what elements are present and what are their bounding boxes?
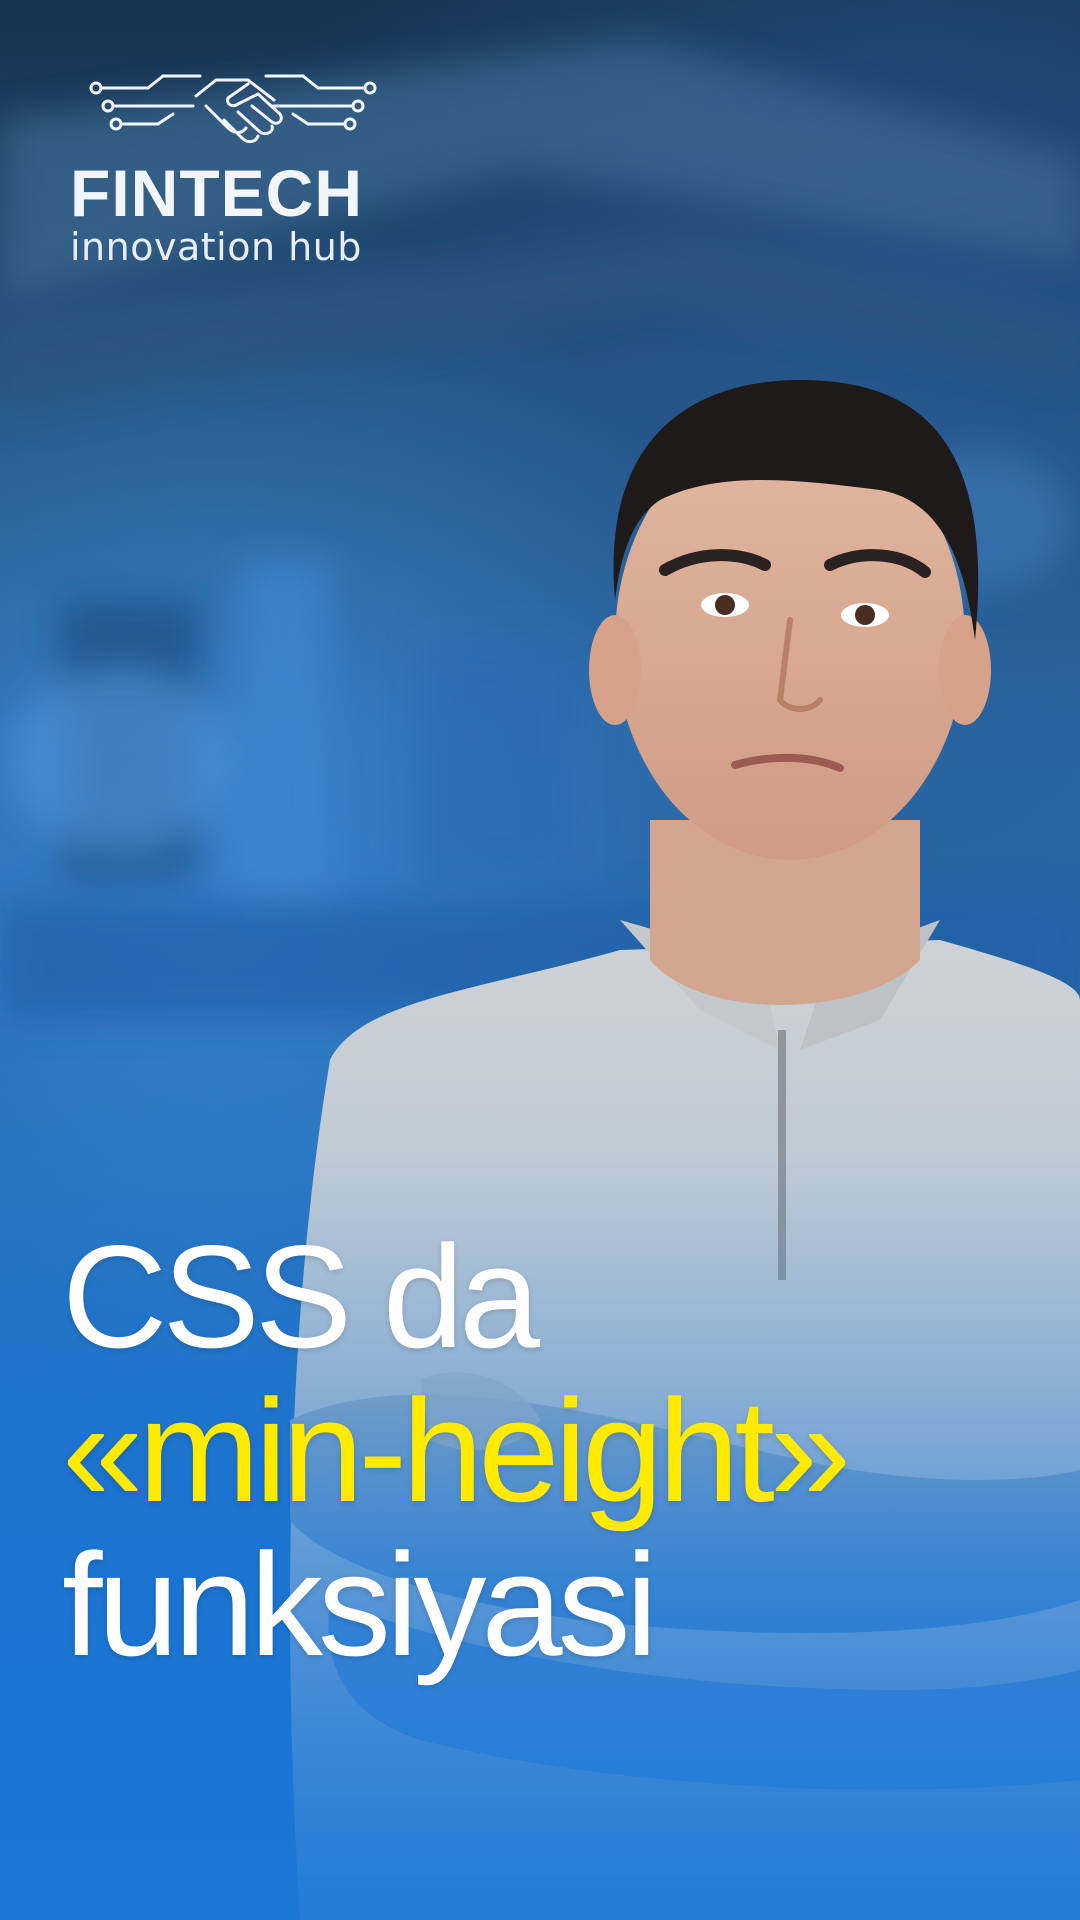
headline-line-1: CSS da [62,1215,540,1378]
brand-wordmark: FINTECH [70,156,363,230]
headline: CSS da «min-height» funksiyasi [62,1215,851,1686]
brand-logo: FINTECH innovation hub [70,66,410,266]
brand-tagline: innovation hub [70,225,362,269]
handshake-circuit-icon [89,74,377,144]
poster: FINTECH innovation hub CSS da «min-heigh… [0,0,1080,1920]
headline-line-2: «min-height» [62,1369,851,1532]
headline-line-3: funksiyasi [62,1523,658,1686]
